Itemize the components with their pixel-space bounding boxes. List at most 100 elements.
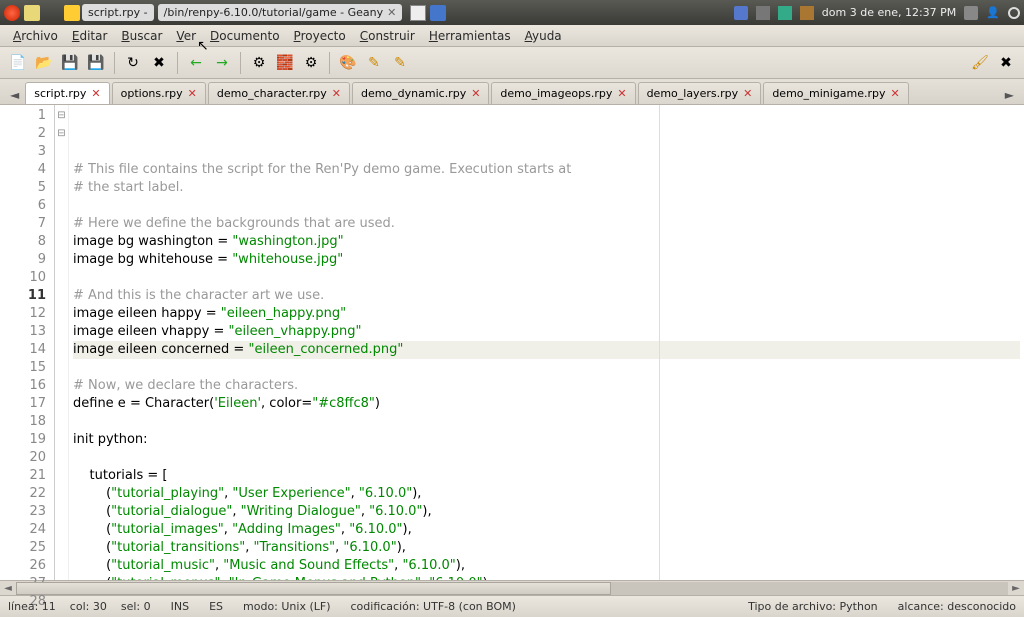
- power-icon[interactable]: [1008, 7, 1020, 19]
- code-line-16[interactable]: init python:: [73, 431, 1020, 449]
- code-area[interactable]: # This file contains the script for the …: [69, 105, 1024, 580]
- blue-icon[interactable]: [430, 5, 446, 21]
- close-tab-icon[interactable]: ✕: [91, 87, 100, 100]
- forward-button[interactable]: →: [210, 51, 234, 75]
- revert-button[interactable]: ↻: [121, 51, 145, 75]
- net-icon[interactable]: [756, 6, 770, 20]
- code-line-4[interactable]: # Here we define the backgrounds that ar…: [73, 215, 1020, 233]
- code-line-1[interactable]: # This file contains the script for the …: [73, 161, 1020, 179]
- tab-script-rpy[interactable]: script.rpy✕: [25, 82, 109, 104]
- code-line-22[interactable]: ("tutorial_transitions", "Transitions", …: [73, 539, 1020, 557]
- new-file-button[interactable]: 📄: [6, 51, 30, 75]
- goto-button[interactable]: ✎: [388, 51, 412, 75]
- places-icon[interactable]: [24, 5, 40, 21]
- menu-proyecto[interactable]: Proyecto: [287, 29, 353, 43]
- status-filetype[interactable]: Tipo de archivo: Python: [748, 600, 878, 613]
- status-col: col: 30: [70, 600, 107, 613]
- code-line-8[interactable]: # And this is the character art we use.: [73, 287, 1020, 305]
- open-button[interactable]: 📂: [32, 51, 56, 75]
- save-button[interactable]: 💾: [58, 51, 82, 75]
- back-button[interactable]: ←: [184, 51, 208, 75]
- close-button[interactable]: ✖: [147, 51, 171, 75]
- tab-demo_dynamic-rpy[interactable]: demo_dynamic.rpy✕: [352, 82, 489, 104]
- code-line-12[interactable]: [73, 359, 1020, 377]
- fold-column[interactable]: ⊟⊟: [55, 105, 69, 580]
- code-line-23[interactable]: ("tutorial_music", "Music and Sound Effe…: [73, 557, 1020, 575]
- code-line-15[interactable]: [73, 413, 1020, 431]
- code-line-14[interactable]: define e = Character('Eileen', color="#c…: [73, 395, 1020, 413]
- code-line-13[interactable]: # Now, we declare the characters.: [73, 377, 1020, 395]
- menu-documento[interactable]: Documento: [203, 29, 287, 43]
- save-all-button[interactable]: 💾: [84, 51, 108, 75]
- code-line-21[interactable]: ("tutorial_images", "Adding Images", "6.…: [73, 521, 1020, 539]
- status-encoding[interactable]: codificación: UTF-8 (con BOM): [351, 600, 516, 613]
- find-button[interactable]: ✎: [362, 51, 386, 75]
- close-tab-icon[interactable]: ✕: [743, 87, 752, 100]
- brush-button[interactable]: 🖌: [968, 51, 992, 75]
- horizontal-scrollbar[interactable]: ◄ ►: [0, 580, 1024, 595]
- close-tab-icon[interactable]: ✕: [617, 87, 626, 100]
- tab-scroll-left[interactable]: ◄: [6, 86, 23, 104]
- code-line-3[interactable]: [73, 197, 1020, 215]
- mail-icon[interactable]: [410, 5, 426, 21]
- tab-demo_character-rpy[interactable]: demo_character.rpy✕: [208, 82, 350, 104]
- taskbar-task-2[interactable]: /bin/renpy-6.10.0/tutorial/game - Geany✕: [158, 4, 403, 21]
- code-line-9[interactable]: image eileen happy = "eileen_happy.png": [73, 305, 1020, 323]
- menu-construir[interactable]: Construir: [353, 29, 422, 43]
- compile-button[interactable]: ⚙: [247, 51, 271, 75]
- clock[interactable]: dom 3 de ene, 12:37 PM: [822, 6, 957, 19]
- close-tab-icon[interactable]: ✕: [471, 87, 480, 100]
- close-tab-icon[interactable]: ✕: [891, 87, 900, 100]
- tab-scroll-right[interactable]: ►: [1001, 86, 1018, 104]
- volume-icon[interactable]: [964, 6, 978, 20]
- color-button[interactable]: 🎨: [336, 51, 360, 75]
- close-icon[interactable]: ✕: [387, 6, 396, 19]
- status-ins[interactable]: INS: [171, 600, 189, 613]
- code-line-19[interactable]: ("tutorial_playing", "User Experience", …: [73, 485, 1020, 503]
- scroll-thumb[interactable]: [16, 582, 611, 595]
- menu-ayuda[interactable]: Ayuda: [518, 29, 569, 43]
- code-line-24[interactable]: ("tutorial_menus", "In-Game Menus and Py…: [73, 575, 1020, 580]
- close-tab-icon[interactable]: ✕: [188, 87, 197, 100]
- code-line-18[interactable]: tutorials = [: [73, 467, 1020, 485]
- status-mode[interactable]: modo: Unix (LF): [243, 600, 330, 613]
- user-icon[interactable]: 👤: [986, 6, 1000, 19]
- status-scope: alcance: desconocido: [898, 600, 1016, 613]
- scroll-left-button[interactable]: ◄: [0, 583, 16, 594]
- code-line-2[interactable]: # the start label.: [73, 179, 1020, 197]
- menu-archivo[interactable]: Archivo: [6, 29, 65, 43]
- ruler: [659, 105, 660, 580]
- code-line-10[interactable]: image eileen vhappy = "eileen_vhappy.png…: [73, 323, 1020, 341]
- run-button[interactable]: ⚙: [299, 51, 323, 75]
- code-line-17[interactable]: [73, 449, 1020, 467]
- code-line-11[interactable]: image eileen concerned = "eileen_concern…: [73, 341, 1020, 359]
- menu-ver[interactable]: Ver: [169, 29, 203, 43]
- taskbar-task-1[interactable]: script.rpy -: [82, 4, 154, 21]
- tray-icon1[interactable]: [778, 6, 792, 20]
- menu-editar[interactable]: Editar: [65, 29, 115, 43]
- menu-herramientas[interactable]: Herramientas: [422, 29, 518, 43]
- tray-icon2[interactable]: [800, 6, 814, 20]
- code-line-6[interactable]: image bg whitehouse = "whitehouse.jpg": [73, 251, 1020, 269]
- status-lang[interactable]: ES: [209, 600, 223, 613]
- scroll-right-button[interactable]: ►: [1008, 583, 1024, 594]
- build-button[interactable]: 🧱: [273, 51, 297, 75]
- menu-buscar[interactable]: Buscar: [114, 29, 169, 43]
- bt-icon[interactable]: [734, 6, 748, 20]
- code-line-7[interactable]: [73, 269, 1020, 287]
- tab-demo_imageops-rpy[interactable]: demo_imageops.rpy✕: [491, 82, 635, 104]
- exit-button[interactable]: ✖: [994, 51, 1018, 75]
- toolbar: 📄 📂 💾 💾 ↻ ✖ ← → ⚙ 🧱 ⚙ 🎨 ✎ ✎ 🖌 ✖: [0, 47, 1024, 79]
- close-tab-icon[interactable]: ✕: [332, 87, 341, 100]
- status-sel: sel: 0: [121, 600, 151, 613]
- status-line: línea: 11: [8, 600, 56, 613]
- menu-bar: ArchivoEditarBuscarVerDocumentoProyectoC…: [0, 25, 1024, 47]
- app-icon[interactable]: [4, 5, 20, 21]
- fox-icon[interactable]: [44, 5, 60, 21]
- tab-options-rpy[interactable]: options.rpy✕: [112, 82, 206, 104]
- tab-demo_layers-rpy[interactable]: demo_layers.rpy✕: [638, 82, 762, 104]
- code-line-5[interactable]: image bg washington = "washington.jpg": [73, 233, 1020, 251]
- app3-icon[interactable]: [64, 5, 80, 21]
- tab-demo_minigame-rpy[interactable]: demo_minigame.rpy✕: [763, 82, 908, 104]
- code-line-20[interactable]: ("tutorial_dialogue", "Writing Dialogue"…: [73, 503, 1020, 521]
